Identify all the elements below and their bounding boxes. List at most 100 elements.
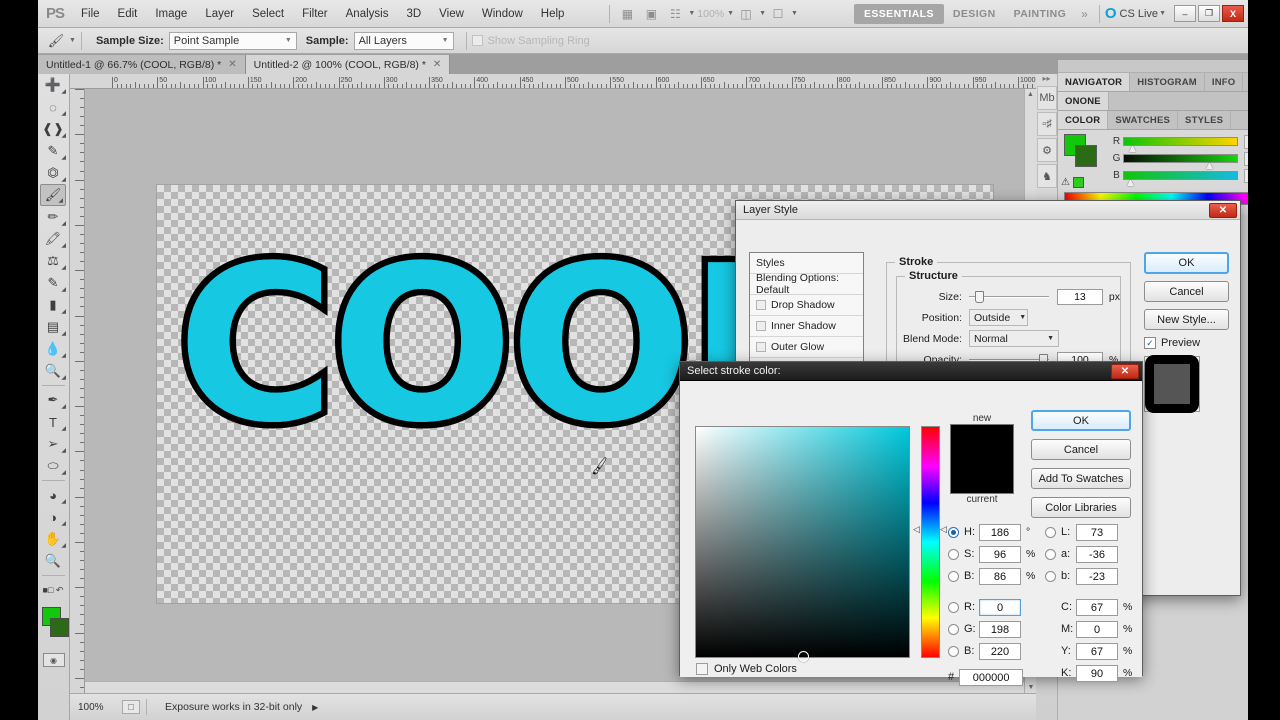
sample-size-select[interactable]: Point Sample ▼ — [168, 31, 297, 50]
close-icon[interactable]: ✕ — [433, 59, 441, 70]
tool-zoom[interactable]: 🔍 — [38, 550, 68, 572]
channel-slider-r[interactable] — [1123, 137, 1238, 152]
adjustments-icon[interactable]: ⚙ — [1037, 138, 1057, 162]
default-colors-icon[interactable]: ■□ ↶ — [38, 579, 68, 601]
radio-saturation[interactable] — [948, 548, 959, 560]
menu-view[interactable]: View — [430, 4, 473, 24]
color-picker-titlebar[interactable]: Select stroke color: ✕ — [680, 362, 1142, 381]
status-zoom-level[interactable]: 100% — [78, 702, 122, 713]
workspace-design[interactable]: DESIGN — [944, 4, 1005, 24]
window-minimize-button[interactable]: – — [1174, 5, 1196, 22]
preview-checkbox[interactable]: ✓ Preview — [1144, 337, 1229, 349]
tool-gradient[interactable]: ▤ ◢ — [38, 316, 68, 338]
dock-collapse-icon[interactable]: ▸▸ — [1036, 74, 1057, 84]
size-value[interactable]: 13 — [1056, 288, 1103, 305]
tool-hand[interactable]: ✋ ◢ — [38, 528, 68, 550]
tab-color[interactable]: COLOR — [1058, 111, 1109, 129]
menu-3d[interactable]: 3D — [397, 4, 430, 24]
tool-eraser[interactable]: ▮ ◢ — [38, 294, 68, 316]
menu-select[interactable]: Select — [243, 4, 293, 24]
tool-healing-brush[interactable]: ✏ ◢ — [38, 206, 68, 228]
arrange-documents-icon[interactable]: ☐ — [767, 4, 789, 24]
menu-file[interactable]: File — [72, 4, 109, 24]
color-picker-cancel-button[interactable]: Cancel — [1031, 439, 1131, 460]
background-color-swatch[interactable] — [50, 618, 69, 637]
radio-hue[interactable] — [948, 526, 959, 538]
size-slider[interactable] — [968, 290, 1049, 303]
input-b-lab[interactable]: -23 — [1076, 567, 1118, 585]
layer-style-close-button[interactable]: ✕ — [1209, 202, 1237, 218]
scroll-up-icon[interactable]: ▲ — [1025, 89, 1036, 98]
zoom-caret-icon[interactable]: ▼ — [727, 10, 734, 17]
tool-dodge[interactable]: 🔍 ◢ — [38, 360, 68, 382]
input-red[interactable]: 0 — [979, 598, 1021, 616]
input-hex[interactable]: 000000 — [959, 668, 1024, 686]
tool-3d-orbit[interactable]: ◑ ◢ — [38, 506, 68, 528]
layer-style-ok-button[interactable]: OK — [1144, 252, 1229, 274]
input-hue[interactable]: 186 — [979, 523, 1021, 541]
mini-bridge-panel-icon[interactable]: ▫♯ — [1037, 112, 1057, 136]
tool-lasso[interactable]: ❰❱ ◢ — [38, 118, 68, 140]
tool-type[interactable]: T ◢ — [38, 411, 68, 433]
input-black[interactable]: 90 — [1076, 664, 1118, 682]
channel-slider-g[interactable] — [1123, 154, 1238, 169]
list-item-blending-options[interactable]: Blending Options: Default — [750, 272, 863, 296]
workspace-more-icon[interactable]: » — [1075, 7, 1094, 21]
tab-info[interactable]: INFO — [1205, 73, 1244, 91]
color-libraries-button[interactable]: Color Libraries — [1031, 497, 1131, 518]
menu-analysis[interactable]: Analysis — [337, 4, 398, 24]
radio-blue[interactable] — [948, 645, 959, 657]
menu-filter[interactable]: Filter — [293, 4, 337, 24]
channel-slider-b[interactable] — [1123, 171, 1238, 186]
tool-path-selection[interactable]: ➢ ◢ — [38, 433, 68, 455]
radio-lightness[interactable] — [1045, 526, 1056, 538]
quick-mask-icon[interactable]: ◉ — [42, 653, 65, 667]
color-panel-background-swatch[interactable] — [1075, 145, 1097, 167]
radio-red[interactable] — [948, 601, 959, 613]
radio-brightness[interactable] — [948, 570, 959, 582]
radio-green[interactable] — [948, 623, 959, 635]
list-item-drop-shadow[interactable]: Drop Shadow — [750, 295, 863, 316]
tool-blur[interactable]: 💧 ◢ — [38, 338, 68, 360]
hue-slider[interactable] — [921, 426, 940, 658]
blend-mode-select[interactable]: Normal ▼ — [969, 330, 1059, 347]
window-restore-button[interactable]: ❐ — [1198, 5, 1220, 22]
arrange-caret-icon[interactable]: ▼ — [791, 10, 798, 17]
menu-layer[interactable]: Layer — [196, 4, 243, 24]
slider-knob[interactable] — [974, 290, 984, 303]
input-a[interactable]: -36 — [1076, 545, 1118, 563]
mini-bridge-icon[interactable]: Mb — [1037, 86, 1057, 110]
menu-edit[interactable]: Edit — [109, 4, 147, 24]
menu-window[interactable]: Window — [473, 4, 532, 24]
sample-select[interactable]: All Layers ▼ — [353, 31, 454, 50]
tool-quick-selection[interactable]: ✎ ◢ — [38, 140, 68, 162]
tab-onone[interactable]: ONONE — [1058, 92, 1109, 110]
channel-knob-b[interactable] — [1127, 180, 1135, 186]
input-lightness[interactable]: 73 — [1076, 523, 1118, 541]
tool-history-brush[interactable]: ✎ ◢ — [38, 272, 68, 294]
new-color-swatch[interactable] — [950, 424, 1014, 494]
channel-knob-g[interactable] — [1206, 163, 1214, 169]
checkbox-icon[interactable] — [756, 321, 766, 331]
layer-style-new-style-button[interactable]: New Style... — [1144, 309, 1229, 330]
tool-3d-rotate[interactable]: ◕ ◢ — [38, 484, 68, 506]
screen-mode-caret-icon[interactable]: ▼ — [759, 10, 766, 17]
document-tab-untitled-1[interactable]: Untitled-1 @ 66.7% (COOL, RGB/8) * ✕ — [38, 55, 246, 74]
radio-b-lab[interactable] — [1045, 570, 1056, 582]
color-field[interactable] — [695, 426, 910, 662]
layer-style-cancel-button[interactable]: Cancel — [1144, 281, 1229, 302]
launch-mini-bridge-icon[interactable]: ▣ — [640, 4, 662, 24]
tool-clone-stamp[interactable]: ⚖ ◢ — [38, 250, 68, 272]
input-cyan[interactable]: 67 — [1076, 598, 1118, 616]
tool-move[interactable]: ➕ ◢ — [38, 74, 68, 96]
list-item-styles[interactable]: Styles — [750, 253, 863, 274]
view-extras-icon[interactable]: ☷ — [664, 4, 686, 24]
input-green[interactable]: 198 — [979, 620, 1021, 638]
checkbox-icon[interactable] — [756, 342, 766, 352]
menu-image[interactable]: Image — [146, 4, 196, 24]
tool-preset-caret-icon[interactable]: ▼ — [69, 37, 76, 44]
tool-marquee[interactable]: ◌ ◢ — [38, 96, 68, 118]
add-to-swatches-button[interactable]: Add To Swatches — [1031, 468, 1131, 489]
tab-swatches[interactable]: SWATCHES — [1108, 111, 1179, 129]
eyedropper-icon[interactable]: 🖌 — [44, 31, 68, 51]
